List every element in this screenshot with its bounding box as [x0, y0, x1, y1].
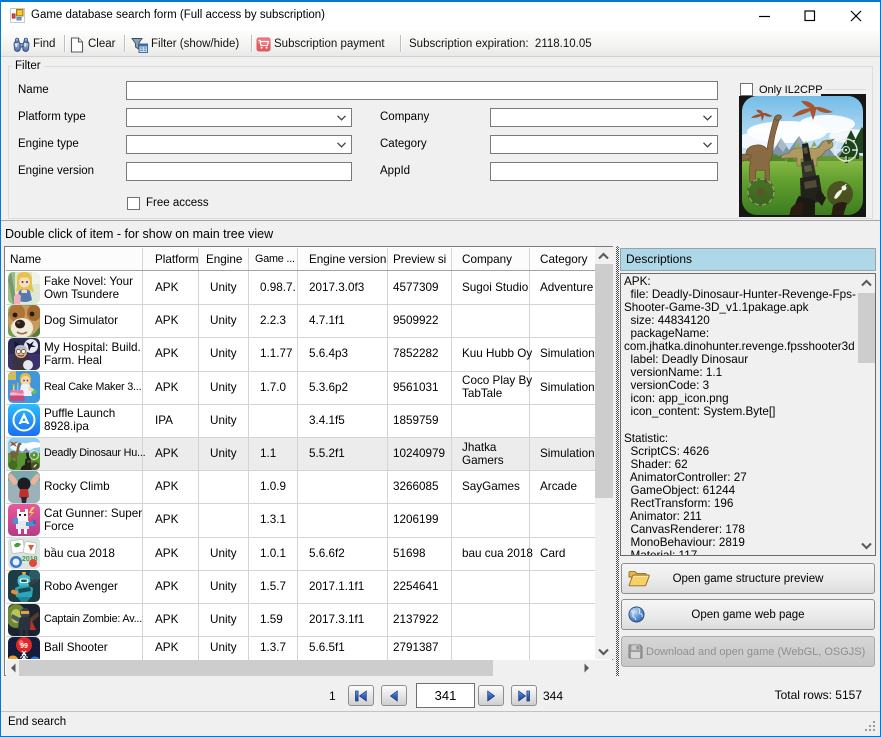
svg-text:99: 99 [20, 643, 28, 650]
